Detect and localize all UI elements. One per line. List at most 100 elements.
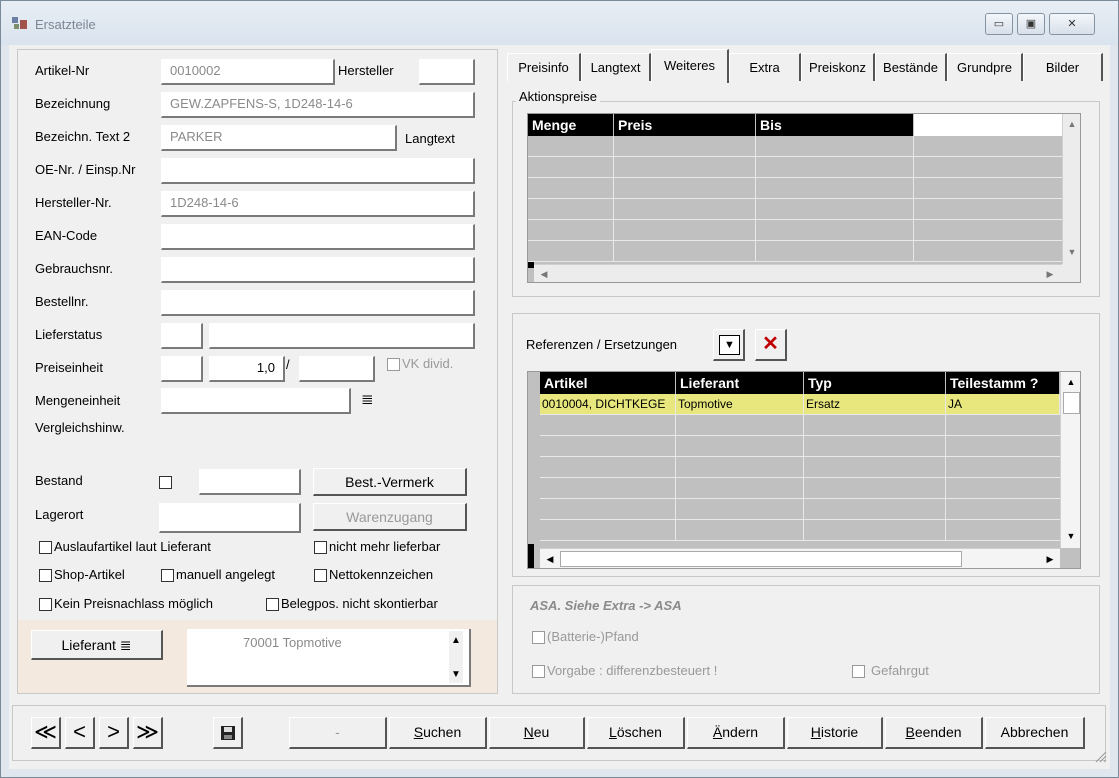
table-row[interactable] [528, 220, 1062, 241]
scroll-up-icon[interactable]: ▲ [1064, 116, 1080, 132]
tab-bestaende[interactable]: Bestände [875, 53, 947, 81]
manuell-angelegt-checkbox[interactable] [161, 569, 174, 582]
lieferstatus-code-field[interactable] [161, 323, 203, 349]
abbrechen-button[interactable]: Abbrechen [985, 717, 1085, 749]
warenzugang-button[interactable]: Warenzugang [313, 503, 467, 531]
aktionspreise-grid[interactable]: Menge Preis Bis ▲ ▼ ◀ ▶ [527, 113, 1081, 283]
lieferant-button[interactable]: Lieferant ≣ [31, 630, 163, 660]
auslauf-checkbox[interactable] [39, 541, 52, 554]
scroll-down-icon[interactable]: ▼ [1063, 528, 1079, 544]
nettokennzeichen-checkbox[interactable] [314, 569, 327, 582]
oe-nr-field[interactable] [161, 158, 475, 184]
table-row[interactable] [528, 136, 1062, 157]
referenzen-grid[interactable]: Artikel Lieferant Typ Teilestamm ? 00100… [527, 371, 1081, 569]
table-row[interactable] [540, 520, 1060, 541]
bestand-checkbox[interactable] [159, 476, 172, 489]
column-header-artikel[interactable]: Artikel [540, 372, 676, 394]
tab-weiteres[interactable]: Weiteres [651, 49, 729, 83]
bezeichnung-field[interactable]: GEW.ZAPFENS-S, 1D248-14-6 [161, 92, 475, 118]
close-button[interactable]: ✕ [1049, 13, 1095, 35]
table-row[interactable] [528, 157, 1062, 178]
table-row[interactable]: 0010004, DICHTKEGE Topmotive Ersatz JA [540, 394, 1060, 415]
scroll-thumb[interactable] [1063, 392, 1080, 414]
column-header-teilestamm[interactable]: Teilestamm ? [946, 372, 1060, 394]
neu-button[interactable]: Neu [489, 717, 585, 749]
column-header-typ[interactable]: Typ [804, 372, 946, 394]
tab-grundpre[interactable]: Grundpre [947, 53, 1023, 81]
shop-artikel-checkbox[interactable] [39, 569, 52, 582]
scroll-down-icon[interactable]: ▼ [449, 667, 463, 683]
column-header-menge[interactable]: Menge [528, 114, 614, 136]
list-icon[interactable]: ≣ [361, 390, 374, 408]
vk-divid-checkbox[interactable] [387, 358, 400, 371]
suchen-button[interactable]: Suchen [389, 717, 487, 749]
lieferstatus-text-field[interactable] [209, 323, 475, 349]
previous-record-button[interactable]: < [65, 717, 95, 749]
dropdown-button[interactable]: ▼ [713, 329, 745, 361]
tab-bilder[interactable]: Bilder [1023, 53, 1103, 81]
column-header-preis[interactable]: Preis [614, 114, 756, 136]
lagerort-field[interactable] [159, 503, 301, 533]
save-button[interactable] [213, 717, 243, 749]
tab-langtext[interactable]: Langtext [581, 53, 651, 81]
artikel-nr-field[interactable]: 0010002 [161, 59, 335, 85]
scroll-left-icon[interactable]: ◀ [536, 266, 552, 282]
gefahrgut-checkbox[interactable] [852, 665, 865, 678]
preiseinheit-field[interactable]: 1,0 [209, 356, 285, 382]
vertical-scrollbar[interactable]: ▲ ▼ [1062, 114, 1080, 264]
mengeneinheit-field[interactable] [161, 388, 351, 414]
resize-grip-icon[interactable] [1093, 749, 1107, 763]
gebrauchsnr-field[interactable] [161, 257, 475, 283]
bestellnr-field[interactable] [161, 290, 475, 316]
preiseinheit-divisor-field[interactable] [299, 356, 375, 382]
table-row[interactable] [528, 241, 1062, 262]
vorgabe-checkbox[interactable] [532, 665, 545, 678]
first-record-button[interactable]: ≪ [31, 717, 61, 749]
loeschen-button[interactable]: Löschen [587, 717, 685, 749]
scroll-up-icon[interactable]: ▲ [449, 633, 463, 649]
horizontal-scrollbar[interactable]: ◀ ▶ [540, 548, 1060, 568]
column-header-lieferant[interactable]: Lieferant [676, 372, 804, 394]
scroll-down-icon[interactable]: ▼ [1064, 244, 1080, 260]
horizontal-scrollbar[interactable]: ◀ ▶ [534, 264, 1062, 282]
table-row[interactable] [540, 436, 1060, 457]
last-record-button[interactable]: ≫ [133, 717, 163, 749]
table-row[interactable] [528, 199, 1062, 220]
minimize-button[interactable]: ▭ [985, 13, 1013, 35]
belegpos-checkbox[interactable] [266, 598, 279, 611]
table-row[interactable] [540, 415, 1060, 436]
scroll-thumb[interactable] [560, 551, 962, 567]
aendern-button[interactable]: Ändern [687, 717, 785, 749]
table-row[interactable] [540, 499, 1060, 520]
hersteller-nr-field[interactable]: 1D248-14-6 [161, 191, 475, 217]
lieferant-scrollbar[interactable]: ▲ ▼ [449, 631, 463, 683]
preiseinheit-code-field[interactable] [161, 356, 203, 382]
scroll-up-icon[interactable]: ▲ [1063, 374, 1079, 390]
maximize-button[interactable]: ▣ [1017, 13, 1045, 35]
pfand-checkbox[interactable] [532, 631, 545, 644]
hersteller-field[interactable] [419, 59, 475, 85]
table-row[interactable] [540, 457, 1060, 478]
ean-field[interactable] [161, 224, 475, 250]
bestand-field[interactable] [199, 469, 301, 495]
historie-button[interactable]: Historie [787, 717, 883, 749]
scroll-left-icon[interactable]: ◀ [542, 551, 558, 567]
nicht-mehr-lieferbar-checkbox[interactable] [314, 541, 327, 554]
tab-preisinfo[interactable]: Preisinfo [507, 53, 581, 81]
table-row[interactable] [528, 178, 1062, 199]
tab-preiskonz[interactable]: Preiskonz [801, 53, 875, 81]
bezeichnung2-field[interactable]: PARKER [161, 125, 397, 151]
best-vermerk-button[interactable]: Best.-Vermerk [313, 468, 467, 496]
delete-button[interactable]: ✕ [755, 329, 787, 361]
kein-preisnachlass-checkbox[interactable] [39, 598, 52, 611]
beenden-button[interactable]: Beenden [885, 717, 983, 749]
table-row[interactable] [540, 478, 1060, 499]
scroll-right-icon[interactable]: ▶ [1042, 551, 1058, 567]
column-header-bis[interactable]: Bis [756, 114, 914, 136]
scroll-right-icon[interactable]: ▶ [1042, 266, 1058, 282]
lieferant-box[interactable]: 70001 Topmotive ▲ ▼ [187, 629, 471, 687]
tab-extra[interactable]: Extra [729, 53, 801, 81]
dash-button[interactable]: - [289, 717, 387, 749]
vertical-scrollbar[interactable]: ▲ ▼ [1060, 372, 1080, 548]
next-record-button[interactable]: > [99, 717, 129, 749]
